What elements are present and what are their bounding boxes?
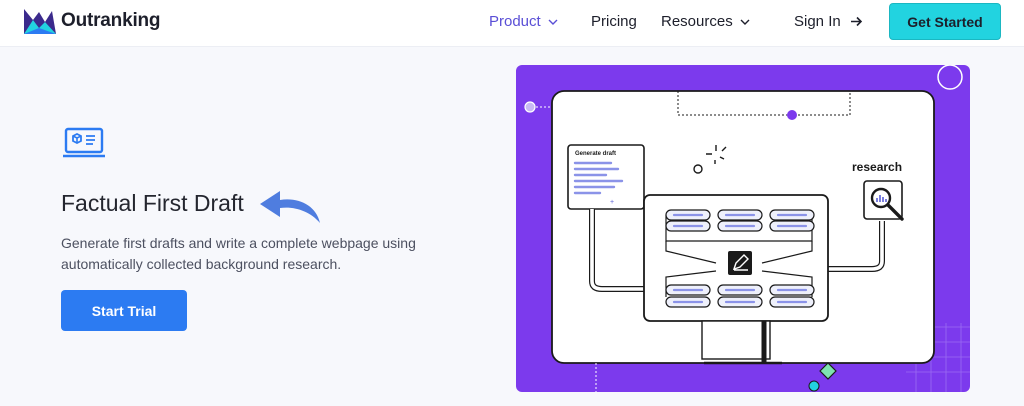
laptop-cube-icon — [63, 127, 105, 158]
arrow-right-icon — [850, 16, 862, 27]
top-navbar: Outranking Product Pricing Resources Sig… — [0, 0, 1024, 47]
hero-description: Generate first drafts and write a comple… — [61, 235, 416, 272]
brand-logo-icon — [24, 9, 56, 34]
hero-illustration: Generate draft + research — [516, 65, 970, 392]
brand-name: Outranking — [61, 10, 161, 31]
nav-pricing[interactable]: Pricing — [591, 13, 637, 30]
nav-sign-in-label: Sign In — [794, 13, 841, 30]
edit-icon — [728, 251, 752, 275]
start-trial-button[interactable]: Start Trial — [61, 290, 187, 331]
curved-arrow-icon — [260, 191, 320, 223]
chevron-down-icon — [740, 19, 750, 25]
nav-pricing-label: Pricing — [591, 13, 637, 30]
hero-title: Factual First Draft — [61, 190, 244, 216]
brand-logo[interactable]: Outranking — [22, 6, 161, 36]
generate-draft-label: Generate draft — [575, 151, 616, 157]
nav-resources[interactable]: Resources — [661, 13, 750, 30]
nav-product-label: Product — [489, 13, 541, 30]
nav-product[interactable]: Product — [489, 13, 558, 30]
card-plus-text: + — [610, 199, 614, 206]
get-started-button[interactable]: Get Started — [889, 3, 1001, 40]
nav-resources-label: Resources — [661, 13, 733, 30]
chevron-down-icon — [548, 19, 558, 25]
magnifier-chart-icon — [863, 180, 904, 221]
research-label: research — [852, 160, 902, 174]
nav-sign-in[interactable]: Sign In — [794, 13, 863, 30]
